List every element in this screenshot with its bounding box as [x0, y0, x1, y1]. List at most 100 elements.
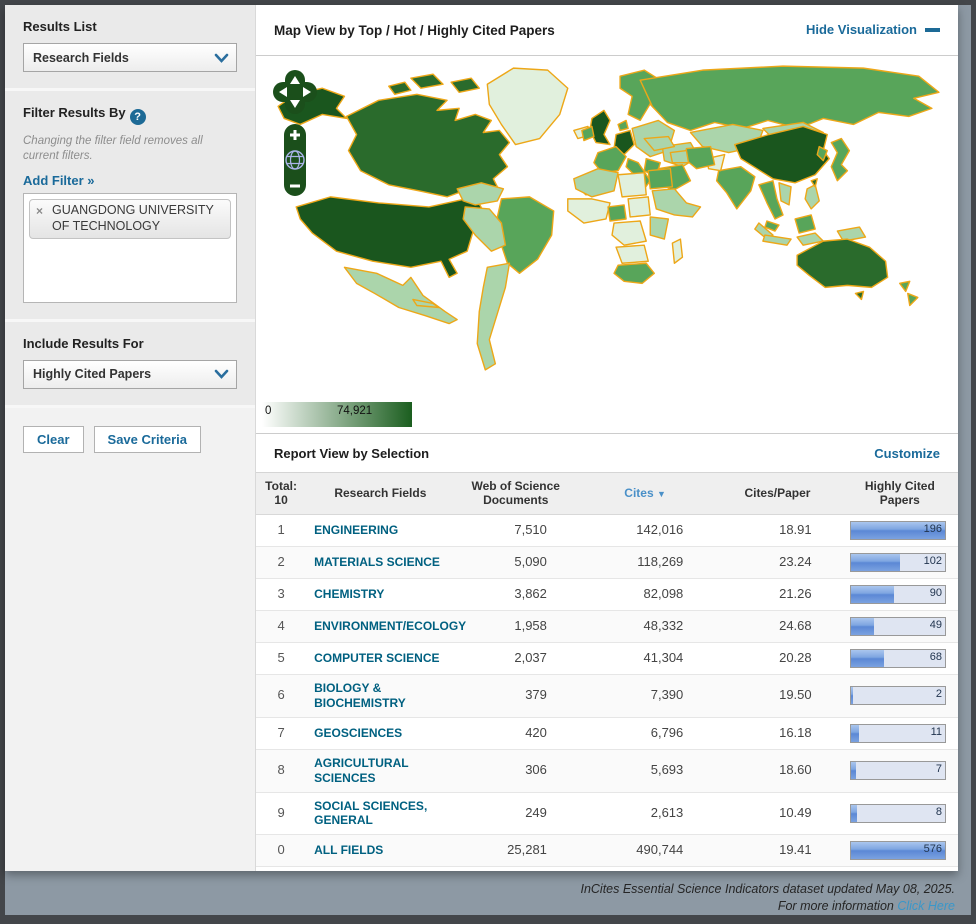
highly-cited-bar-fill [851, 650, 884, 667]
highly-cited-bar-fill [851, 618, 875, 635]
column-cites-per-paper[interactable]: Cites/Paper [713, 473, 841, 514]
map-view-header: Map View by Top / Hot / Highly Cited Pap… [256, 5, 958, 56]
filter-tag-label: GUANGDONG UNIVERSITY OF TECHNOLOGY [52, 203, 214, 233]
footer: InCites Essential Science Indicators dat… [580, 881, 955, 915]
results-list-title: Results List [23, 19, 237, 34]
footer-dataset-line: InCites Essential Science Indicators dat… [580, 881, 955, 898]
highly-cited-bar: 49 [850, 617, 946, 636]
research-field-link[interactable]: AGRICULTURAL SCIENCES [314, 756, 408, 785]
row-field: BIOLOGY & BIOCHEMISTRY [306, 674, 454, 717]
highly-cited-bar: 68 [850, 649, 946, 668]
research-field-link[interactable]: ENGINEERING [314, 523, 398, 537]
legend-min: 0 [265, 405, 271, 417]
row-docs: 420 [455, 717, 577, 749]
row-field: COMPUTER SCIENCE [306, 642, 454, 674]
row-field: CHEMISTRY [306, 578, 454, 610]
row-docs: 1,958 [455, 610, 577, 642]
legend-max: 74,921 [337, 405, 372, 417]
research-field-link[interactable]: BIOLOGY & BIOCHEMISTRY [314, 681, 406, 710]
highly-cited-bar-value: 11 [931, 726, 942, 739]
highly-cited-bar: 196 [850, 521, 946, 540]
row-field: SOCIAL SCIENCES, GENERAL [306, 792, 454, 835]
row-highly-cited: 49 [842, 610, 958, 642]
research-field-link[interactable]: ENVIRONMENT/ECOLOGY [314, 619, 466, 633]
highly-cited-bar: 576 [850, 841, 946, 860]
include-results-dropdown[interactable]: Highly Cited Papers [23, 360, 237, 389]
table-row: 2MATERIALS SCIENCE5,090118,26923.24102 [256, 546, 958, 578]
filter-note: Changing the filter field removes all cu… [23, 134, 237, 164]
highly-cited-bar-value: 7 [936, 763, 942, 776]
report-view-title: Report View by Selection [274, 446, 429, 461]
column-wos-documents[interactable]: Web of Science Documents [455, 473, 577, 514]
pan-control[interactable] [273, 70, 317, 114]
map-view-title: Map View by Top / Hot / Highly Cited Pap… [274, 23, 555, 38]
row-rank: 9 [256, 792, 306, 835]
research-field-link[interactable]: GEOSCIENCES [314, 726, 402, 740]
row-field: MATERIALS SCIENCE [306, 546, 454, 578]
highly-cited-bar-fill [851, 725, 859, 742]
filter-list-box: × GUANGDONG UNIVERSITY OF TECHNOLOGY [23, 193, 237, 303]
world-map-svg[interactable] [260, 58, 954, 382]
highly-cited-bar: 7 [850, 761, 946, 780]
highly-cited-bar-fill [851, 762, 857, 779]
column-cites[interactable]: Cites ▼ [577, 473, 713, 514]
highly-cited-bar: 2 [850, 686, 946, 705]
customize-link[interactable]: Customize [874, 446, 940, 461]
row-cites-per-paper: 19.50 [713, 674, 841, 717]
row-field: ALL FIELDS [306, 835, 454, 867]
filter-title: Filter Results By? [23, 105, 237, 125]
content-panel: Results List Research Fields Filter Resu… [5, 5, 958, 871]
highly-cited-bar: 11 [850, 724, 946, 743]
report-table-body: 1ENGINEERING7,510142,01618.911962MATERIA… [256, 514, 958, 867]
highly-cited-bar-value: 8 [936, 806, 942, 819]
map-landmass-oceania [797, 239, 918, 305]
row-docs: 3,862 [455, 578, 577, 610]
include-results-dropdown-value: Highly Cited Papers [24, 367, 206, 381]
column-highly-cited-papers[interactable]: Highly Cited Papers [842, 473, 958, 514]
row-field: AGRICULTURAL SCIENCES [306, 749, 454, 792]
research-field-link[interactable]: SOCIAL SCIENCES, GENERAL [314, 799, 427, 828]
research-field-link[interactable]: CHEMISTRY [314, 587, 384, 601]
highly-cited-bar: 102 [850, 553, 946, 572]
row-field: GEOSCIENCES [306, 717, 454, 749]
row-cites-per-paper: 19.41 [713, 835, 841, 867]
click-here-link[interactable]: Click Here [897, 899, 955, 913]
row-docs: 379 [455, 674, 577, 717]
row-cites: 48,332 [577, 610, 713, 642]
collapse-minus-icon[interactable] [925, 28, 940, 32]
zoom-control[interactable] [284, 124, 306, 196]
row-cites: 5,693 [577, 749, 713, 792]
column-total: Total:10 [256, 473, 306, 514]
row-cites-per-paper: 10.49 [713, 792, 841, 835]
column-research-fields[interactable]: Research Fields [306, 473, 454, 514]
research-field-link[interactable]: COMPUTER SCIENCE [314, 651, 439, 665]
highly-cited-bar-value: 49 [930, 619, 942, 632]
save-criteria-button[interactable]: Save Criteria [94, 426, 202, 453]
map-landmass-south-america [457, 183, 554, 370]
remove-filter-icon[interactable]: × [36, 204, 43, 219]
main-panel: Map View by Top / Hot / Highly Cited Pap… [256, 5, 958, 871]
map-controls[interactable] [272, 68, 318, 202]
research-field-link[interactable]: MATERIALS SCIENCE [314, 555, 440, 569]
chevron-down-icon [206, 44, 236, 71]
highly-cited-bar-value: 102 [924, 555, 942, 568]
table-row: 1ENGINEERING7,510142,01618.91196 [256, 514, 958, 546]
add-filter-link[interactable]: Add Filter » [23, 173, 95, 188]
clear-button[interactable]: Clear [23, 426, 84, 453]
help-icon[interactable]: ? [130, 109, 146, 125]
table-row: 8AGRICULTURAL SCIENCES3065,69318.607 [256, 749, 958, 792]
row-cites: 490,744 [577, 835, 713, 867]
row-cites: 6,796 [577, 717, 713, 749]
table-row: 3CHEMISTRY3,86282,09821.2690 [256, 578, 958, 610]
sidebar-filler [5, 471, 255, 871]
hide-visualization-link[interactable]: Hide Visualization [806, 22, 917, 37]
research-field-link[interactable]: ALL FIELDS [314, 843, 383, 857]
sidebar: Results List Research Fields Filter Resu… [5, 5, 256, 871]
row-cites: 41,304 [577, 642, 713, 674]
table-row: 7GEOSCIENCES4206,79616.1811 [256, 717, 958, 749]
results-list-dropdown[interactable]: Research Fields [23, 43, 237, 72]
row-cites: 118,269 [577, 546, 713, 578]
row-cites-per-paper: 20.28 [713, 642, 841, 674]
highly-cited-bar-value: 196 [924, 523, 942, 536]
row-cites-per-paper: 18.60 [713, 749, 841, 792]
